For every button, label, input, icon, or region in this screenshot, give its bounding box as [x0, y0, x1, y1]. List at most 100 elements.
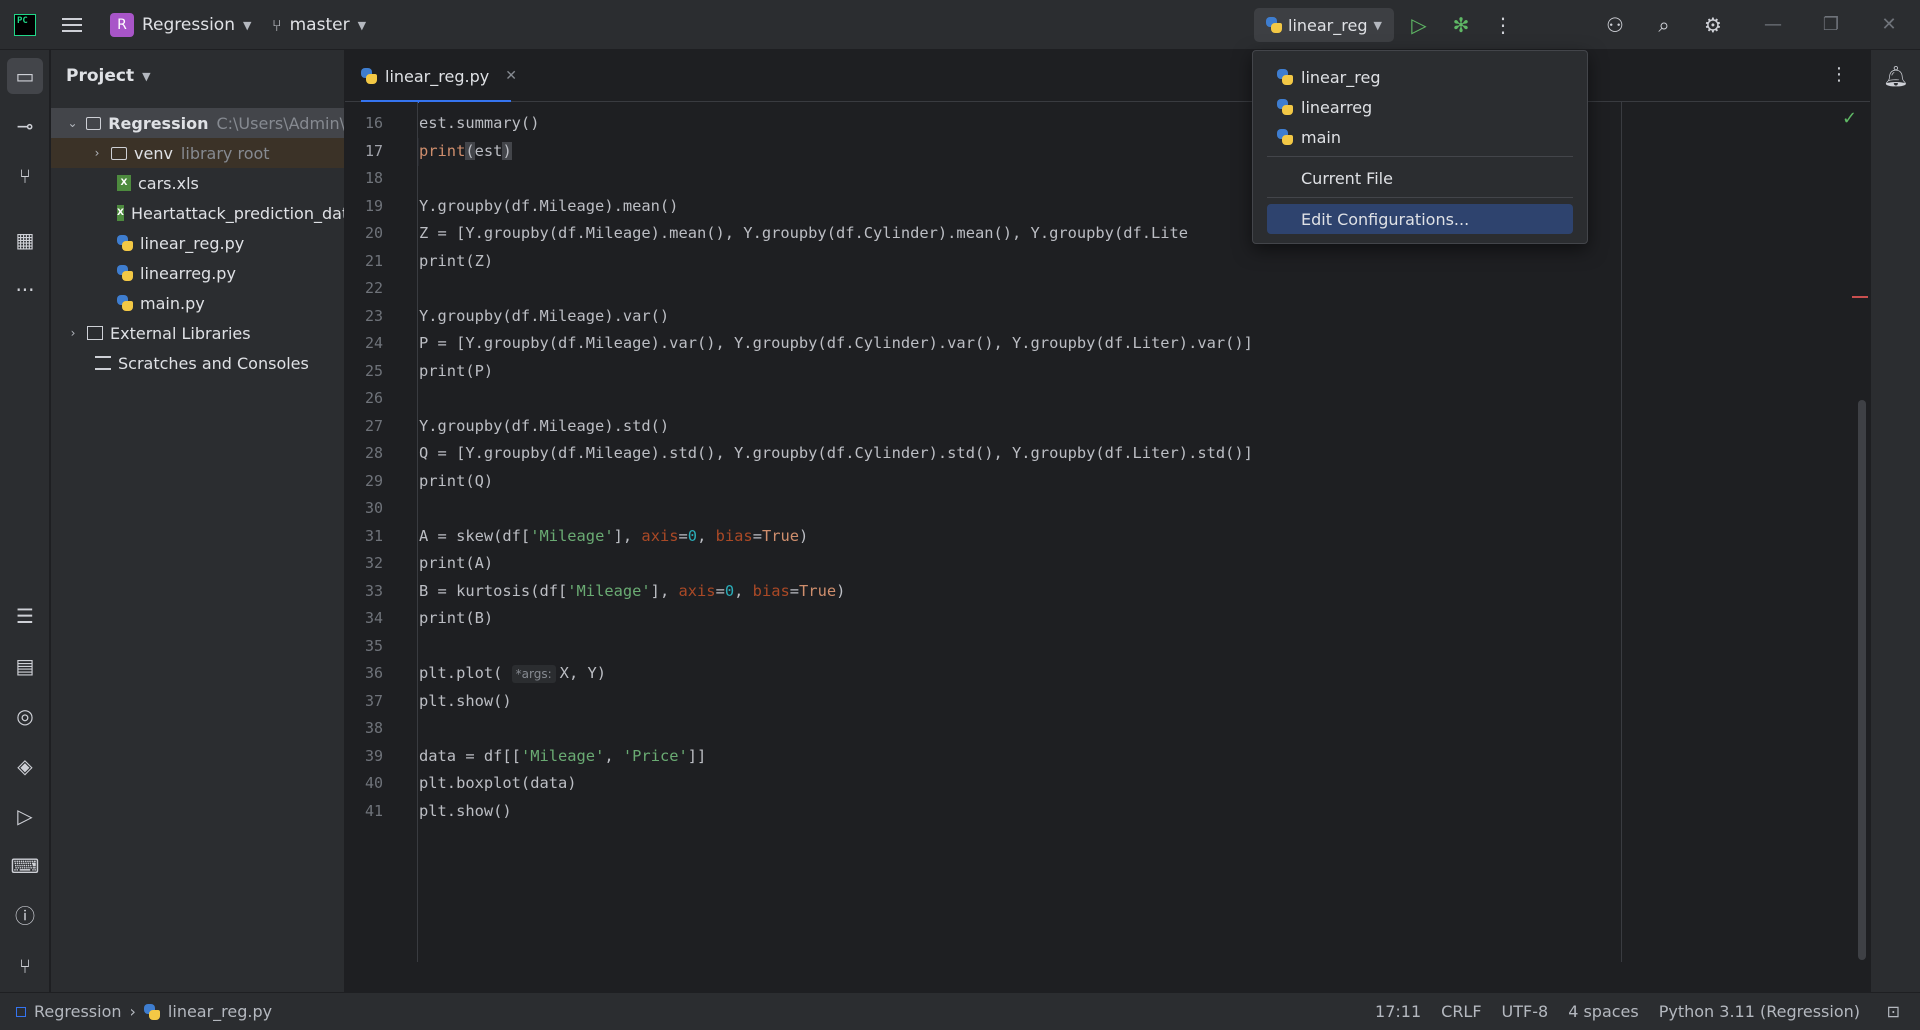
edit-configurations-item[interactable]: Edit Configurations... [1267, 204, 1573, 234]
code-line: est.summary() [419, 114, 540, 132]
line-number: 20 [364, 224, 383, 242]
chevron-down-icon: ▼ [142, 69, 151, 83]
git-icon[interactable]: ⑂ [7, 948, 43, 984]
tree-item-heartattack[interactable]: X Heartattack_prediction_dat [51, 198, 344, 228]
caret-position[interactable]: 17:11 [1375, 1002, 1421, 1021]
tree-item-main[interactable]: main.py [51, 288, 344, 318]
tree-item-linearreg[interactable]: linearreg.py [51, 258, 344, 288]
python-packages-icon[interactable]: ◈ [7, 748, 43, 784]
tab-label: linear_reg.py [385, 66, 490, 86]
more-tools-icon[interactable]: ··· [7, 272, 43, 308]
current-file-item[interactable]: Current File [1267, 163, 1573, 193]
code-line-17: print(est) [419, 142, 512, 160]
tree-item-venv[interactable]: › venv library root [51, 138, 344, 168]
line-number: 19 [364, 197, 383, 215]
code-line: Z = [Y.groupby(df.Mileage).mean(), Y.gro… [419, 224, 1189, 242]
tab-linear-reg[interactable]: linear_reg.py ✕ [361, 50, 523, 103]
vertical-scrollbar[interactable] [1858, 400, 1866, 960]
services-icon[interactable]: ▷ [7, 798, 43, 834]
python-file-icon [117, 235, 133, 251]
python-console-icon[interactable]: ◎ [7, 698, 43, 734]
config-item-linear-reg[interactable]: linear_reg [1267, 62, 1573, 92]
line-number: 22 [364, 279, 383, 297]
restore-icon[interactable]: ❐ [1816, 10, 1846, 40]
code-line: Y.groupby(df.Mileage).mean() [419, 197, 679, 215]
folder-icon [86, 116, 102, 130]
tree-item-cars-xls[interactable]: X cars.xls [51, 168, 344, 198]
config-label: main [1301, 127, 1341, 147]
minimize-icon[interactable]: — [1758, 10, 1788, 40]
settings-gear-icon[interactable]: ⚙ [1700, 12, 1726, 38]
editor-tabs: linear_reg.py ✕ ⋮ [345, 50, 1870, 103]
more-actions-icon[interactable]: ⋮ [1490, 12, 1516, 38]
config-item-main[interactable]: main [1267, 122, 1573, 152]
python-icon [1277, 129, 1293, 145]
error-stripe-marker[interactable] [1852, 296, 1868, 298]
structure-icon[interactable]: ▦ [7, 222, 43, 258]
tree-item-label: linearreg.py [140, 263, 236, 283]
problems-icon[interactable]: ⓘ [7, 898, 43, 934]
tree-item-label: main.py [140, 293, 205, 313]
tab-options-icon[interactable]: ⋮ [1830, 64, 1848, 85]
tree-item-label: venv [134, 143, 173, 163]
code-line: print(P) [419, 362, 494, 380]
notifications-bell-icon[interactable]: 🔔︎ [1878, 58, 1914, 94]
chevron-down-icon: ▼ [357, 18, 367, 32]
line-number: 35 [364, 637, 383, 655]
tree-item-scratches[interactable]: Scratches and Consoles [51, 348, 344, 378]
no-problems-check-icon[interactable]: ✓ [1842, 108, 1857, 129]
tree-item-regression[interactable]: ⌄ Regression C:\Users\Admin\ [51, 108, 344, 138]
indent-setting[interactable]: 4 spaces [1568, 1002, 1639, 1021]
debug-icon[interactable]: ✻ [1448, 12, 1474, 38]
excel-viewer-icon[interactable]: ▤ [7, 648, 43, 684]
expanded-arrow-icon[interactable]: ⌄ [65, 116, 80, 130]
line-number: 34 [364, 609, 383, 627]
tree-item-label: Scratches and Consoles [118, 353, 309, 373]
line-separator[interactable]: CRLF [1441, 1002, 1481, 1021]
code-editor[interactable]: est.summary() print(est) Y.groupby(df.Mi… [419, 102, 1870, 962]
main-menu-icon[interactable] [60, 14, 82, 36]
line-number: 25 [364, 362, 383, 380]
branch-switcher[interactable]: ⑂ master ▼ [272, 12, 366, 38]
python-interpreter[interactable]: Python 3.11 (Regression) [1659, 1002, 1860, 1021]
terminal-icon[interactable]: ⌨ [7, 848, 43, 884]
python-icon [1277, 69, 1293, 85]
collapsed-arrow-icon[interactable]: › [89, 146, 105, 160]
project-panel: Project ▼ ⌄ Regression C:\Users\Admin\ ›… [51, 50, 345, 992]
left-tool-strip: ▭ ⊸ ⑂ ▦ ··· ☰ ▤ ◎ ◈ ▷ ⌨ ⓘ ⑂ [0, 50, 50, 992]
project-tool-icon[interactable]: ▭ [7, 58, 43, 94]
tree-item-external-libraries[interactable]: › External Libraries [51, 318, 344, 348]
status-bar: Regression › linear_reg.py 17:11 CRLF UT… [0, 992, 1920, 1030]
commit-icon[interactable]: ⊸ [7, 108, 43, 144]
tree-item-note: library root [180, 143, 270, 163]
line-number: 33 [364, 582, 383, 600]
collapsed-arrow-icon[interactable]: › [65, 326, 81, 340]
chevron-down-icon: ▼ [1373, 18, 1382, 32]
close-icon[interactable]: ✕ [1874, 10, 1904, 40]
config-item-linearreg[interactable]: linearreg [1267, 92, 1573, 122]
project-panel-header[interactable]: Project ▼ [66, 66, 151, 86]
tree-item-linear-reg[interactable]: linear_reg.py [51, 228, 344, 258]
search-icon[interactable]: ⌕ [1651, 12, 1677, 38]
run-config-selector[interactable]: linear_reg ▼ [1254, 8, 1394, 42]
add-user-icon[interactable]: ⚇ [1602, 12, 1628, 38]
run-config-popup: linear_reg linearreg main Current File E… [1252, 50, 1588, 244]
read-only-lock-icon[interactable]: ⊡ [1887, 1002, 1900, 1021]
todo-list-icon[interactable]: ☰ [7, 598, 43, 634]
breadcrumb-file[interactable]: linear_reg.py [168, 1002, 272, 1021]
close-tab-icon[interactable]: ✕ [505, 68, 517, 84]
scratches-icon [95, 356, 111, 370]
file-encoding[interactable]: UTF-8 [1502, 1002, 1549, 1021]
line-number: 23 [364, 307, 383, 325]
code-line: print(Q) [419, 472, 494, 490]
library-icon [87, 326, 103, 340]
line-number-gutter: 16 17 18 19 20 21 22 23 24 25 26 27 28 2… [345, 102, 418, 962]
code-line: P = [Y.groupby(df.Mileage).var(), Y.grou… [419, 334, 1253, 352]
project-switcher[interactable]: R Regression ▼ [110, 12, 251, 38]
line-number: 30 [364, 499, 383, 517]
tree-item-label: linear_reg.py [140, 233, 245, 253]
status-widgets: 17:11 CRLF UTF-8 4 spaces Python 3.11 (R… [1375, 1002, 1860, 1021]
breadcrumb-project[interactable]: Regression [34, 1002, 122, 1021]
run-icon[interactable]: ▷ [1406, 12, 1432, 38]
pull-requests-icon[interactable]: ⑂ [7, 158, 43, 194]
